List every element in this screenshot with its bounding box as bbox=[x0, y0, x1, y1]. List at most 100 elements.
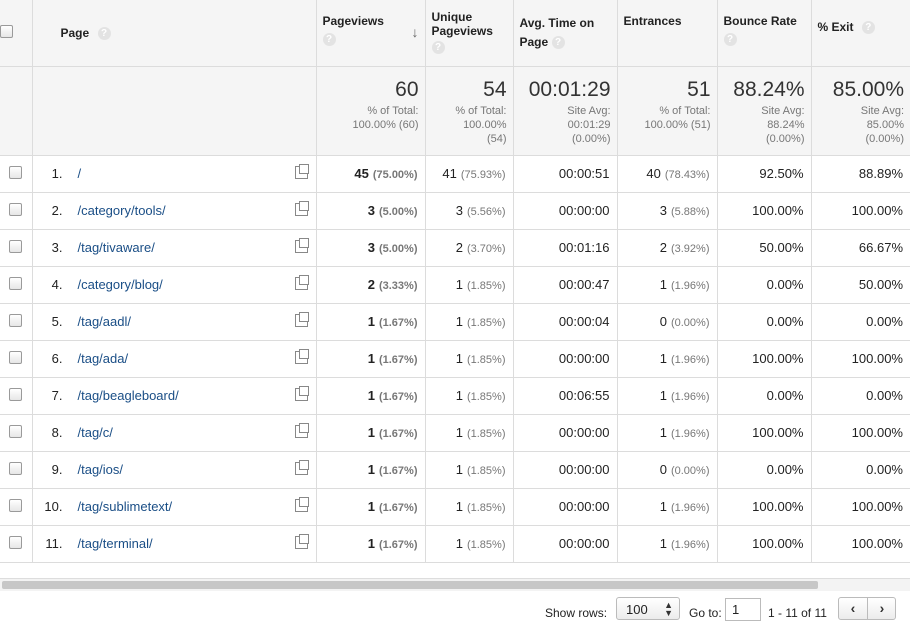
unique-pageviews-value: 41 bbox=[442, 166, 457, 181]
unique-pageviews-value: 1 bbox=[455, 462, 463, 477]
summary-empty-page bbox=[32, 66, 317, 156]
unique-pageviews-cell: 1 (1.85%) bbox=[425, 303, 514, 341]
open-page-icon[interactable] bbox=[294, 423, 309, 438]
row-checkbox[interactable] bbox=[9, 498, 23, 512]
entrances-cell: 3 (5.88%) bbox=[617, 192, 718, 230]
pageviews-cell: 1 (1.67%) bbox=[316, 377, 426, 415]
row-checkbox[interactable] bbox=[9, 535, 23, 549]
help-icon[interactable]: ? bbox=[861, 21, 875, 35]
unique-pageviews-value: 1 bbox=[455, 314, 463, 329]
col-page-header[interactable]: Page ? bbox=[32, 0, 317, 67]
page-link[interactable]: /category/tools/ bbox=[78, 203, 166, 218]
pageviews-value: 1 bbox=[367, 351, 375, 366]
row-checkbox-cell bbox=[0, 340, 33, 378]
pageviews-percent: (5.00%) bbox=[378, 206, 418, 218]
select-all-checkbox[interactable] bbox=[0, 24, 13, 38]
open-page-icon[interactable] bbox=[294, 238, 309, 253]
col-pageviews-header[interactable]: Pageviews ? ↓ bbox=[316, 0, 426, 67]
row-checkbox-cell bbox=[0, 303, 33, 341]
scrollbar-thumb[interactable] bbox=[2, 581, 818, 589]
summary-line: (0.00%) bbox=[765, 132, 805, 145]
summary-entrances: 51 % of Total: 100.00% (51) bbox=[617, 66, 718, 156]
row-checkbox[interactable] bbox=[9, 387, 23, 401]
entrances-value: 2 bbox=[659, 240, 667, 255]
unique-pageviews-cell: 1 (1.85%) bbox=[425, 525, 514, 563]
unique-pageviews-cell: 1 (1.85%) bbox=[425, 266, 514, 304]
page-cell: 9. /tag/ios/ bbox=[32, 451, 317, 489]
pageviews-cell: 3 (5.00%) bbox=[316, 229, 426, 267]
help-icon[interactable]: ? bbox=[322, 33, 336, 46]
show-rows-value: 100 bbox=[626, 602, 648, 617]
page-link[interactable]: /tag/terminal/ bbox=[78, 536, 153, 551]
page-link[interactable]: /tag/sublimetext/ bbox=[78, 499, 173, 514]
pageviews-cell: 1 (1.67%) bbox=[316, 525, 426, 563]
prev-page-button[interactable]: ‹ bbox=[839, 600, 867, 616]
page-link[interactable]: /tag/aadl/ bbox=[78, 314, 132, 329]
page-link[interactable]: /tag/tivaware/ bbox=[78, 240, 155, 255]
row-rank: 11. bbox=[45, 536, 63, 551]
open-page-icon[interactable] bbox=[294, 164, 309, 179]
col-unique-pageviews-header[interactable]: Unique Pageviews ? bbox=[425, 0, 514, 67]
open-page-icon[interactable] bbox=[294, 386, 309, 401]
entrances-value: 1 bbox=[659, 425, 667, 440]
row-rank: 5. bbox=[51, 314, 63, 329]
next-page-button[interactable]: › bbox=[868, 600, 896, 616]
summary-line: 00:01:29 bbox=[567, 118, 611, 131]
col-bounce-rate-header[interactable]: Bounce Rate ? bbox=[717, 0, 812, 67]
col-avg-time-header[interactable]: Avg. Time on Page ? bbox=[513, 0, 618, 67]
open-page-icon[interactable] bbox=[294, 312, 309, 327]
pageviews-value: 2 bbox=[367, 277, 375, 292]
summary-pageviews: 60 % of Total: 100.00% (60) bbox=[316, 66, 426, 156]
open-page-icon[interactable] bbox=[294, 534, 309, 549]
avg-time-cell: 00:00:00 bbox=[513, 451, 618, 489]
table-row: 10./tag/sublimetext/1 (1.67%) 1 (1.85%) 00:0… bbox=[0, 488, 910, 526]
page-link[interactable]: /tag/beagleboard/ bbox=[78, 388, 179, 403]
open-page-icon[interactable] bbox=[294, 349, 309, 364]
pageviews-cell: 3 (5.00%) bbox=[316, 192, 426, 230]
unique-pageviews-value: 2 bbox=[455, 240, 463, 255]
col-entrances-header[interactable]: Entrances bbox=[617, 0, 718, 67]
row-checkbox[interactable] bbox=[9, 202, 23, 216]
row-rank: 3. bbox=[51, 240, 63, 255]
entrances-cell: 2 (3.92%) bbox=[617, 229, 718, 267]
summary-line: Site Avg: bbox=[761, 104, 805, 117]
avg-time-cell: 00:00:47 bbox=[513, 266, 618, 304]
row-checkbox[interactable] bbox=[9, 165, 23, 179]
unique-pageviews-value: 1 bbox=[455, 499, 463, 514]
bounce-rate-cell: 100.00% bbox=[717, 340, 812, 378]
row-checkbox[interactable] bbox=[9, 461, 23, 475]
unique-pageviews-percent: (1.85%) bbox=[466, 280, 506, 292]
open-page-icon[interactable] bbox=[294, 275, 309, 290]
open-page-icon[interactable] bbox=[294, 460, 309, 475]
help-icon[interactable]: ? bbox=[551, 36, 565, 50]
horizontal-scrollbar[interactable] bbox=[0, 578, 910, 591]
unique-pageviews-cell: 1 (1.85%) bbox=[425, 340, 514, 378]
row-checkbox[interactable] bbox=[9, 350, 23, 364]
avg-time-cell: 00:00:51 bbox=[513, 155, 618, 193]
row-checkbox[interactable] bbox=[9, 239, 23, 253]
page-link[interactable]: /category/blog/ bbox=[78, 277, 163, 292]
open-page-icon[interactable] bbox=[294, 497, 309, 512]
page-link[interactable]: / bbox=[78, 166, 82, 181]
goto-input[interactable]: 1 bbox=[725, 598, 761, 621]
show-rows-select[interactable]: 100 ▲ ▼ bbox=[616, 597, 680, 620]
page-cell: 7. /tag/beagleboard/ bbox=[32, 377, 317, 415]
summary-line: 85.00% bbox=[866, 118, 904, 131]
bounce-rate-cell: 92.50% bbox=[717, 155, 812, 193]
help-icon[interactable]: ? bbox=[97, 26, 111, 40]
avg-time-cell: 00:00:04 bbox=[513, 303, 618, 341]
page-cell: 3. /tag/tivaware/ bbox=[32, 229, 317, 267]
col-unique-pageviews-label: Unique Pageviews bbox=[431, 10, 493, 38]
help-icon[interactable]: ? bbox=[723, 33, 737, 46]
row-checkbox[interactable] bbox=[9, 276, 23, 290]
pageviews-value: 1 bbox=[367, 314, 375, 329]
col-exit-header[interactable]: % Exit ? bbox=[811, 0, 910, 67]
page-link[interactable]: /tag/ios/ bbox=[78, 462, 124, 477]
open-page-icon[interactable] bbox=[294, 201, 309, 216]
exit-cell: 50.00% bbox=[811, 266, 910, 304]
page-link[interactable]: /tag/ada/ bbox=[78, 351, 129, 366]
row-checkbox[interactable] bbox=[9, 313, 23, 327]
help-icon[interactable]: ? bbox=[431, 41, 445, 54]
row-checkbox[interactable] bbox=[9, 424, 23, 438]
page-link[interactable]: /tag/c/ bbox=[78, 425, 113, 440]
